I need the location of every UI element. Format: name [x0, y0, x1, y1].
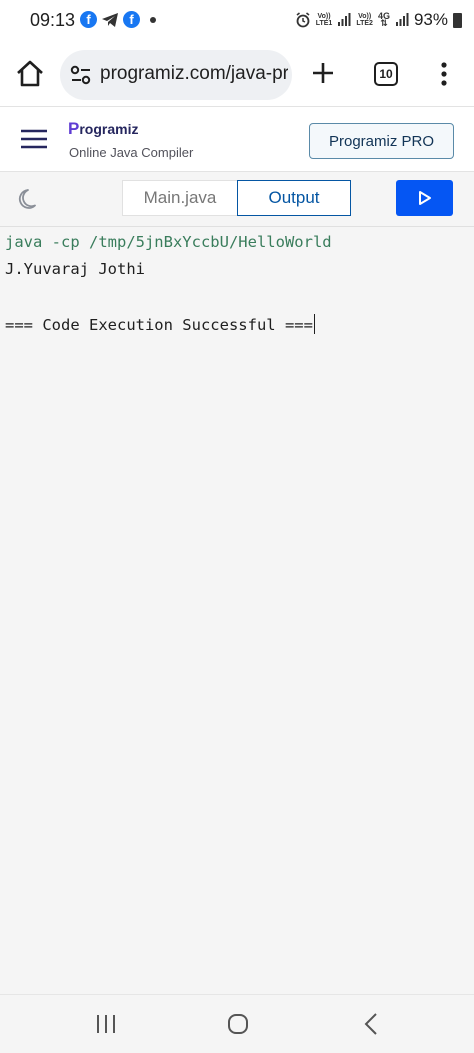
status-bar: 09:13 f f Vo)) LTE1 Vo)) LTE2 4G ⇅ 93% [0, 0, 474, 44]
address-bar[interactable]: programiz.com/java-programming/online-co… [60, 50, 292, 100]
sim2-label: Vo)) LTE2 [356, 13, 373, 27]
output-line: J.Yuvaraj Jothi [5, 260, 145, 278]
more-vert-icon[interactable] [432, 60, 456, 88]
tab-output-label: Output [268, 188, 320, 207]
data-arrows-icon: ⇅ [380, 18, 388, 28]
battery-icon [453, 12, 462, 28]
hamburger-menu-icon[interactable] [20, 127, 48, 151]
programiz-logo[interactable]: Programiz [68, 119, 138, 139]
tab-count: 10 [379, 67, 393, 81]
facebook-icon: f [123, 11, 140, 28]
system-nav-bar [0, 994, 474, 1053]
site-header: Programiz Online Java Compiler Programiz… [0, 106, 474, 172]
signal-icon [395, 13, 409, 26]
site-info-icon[interactable] [70, 65, 92, 85]
output-panel[interactable]: java -cp /tmp/5jnBxYccbU/HelloWorld J.Yu… [0, 226, 474, 994]
sim2-label-top: Vo)) [358, 13, 372, 20]
output-line: === Code Execution Successful === [5, 316, 313, 334]
sim2-label-bottom: LTE2 [356, 20, 373, 27]
editor-toolbar: Main.java Output [0, 172, 474, 226]
recents-icon[interactable] [94, 1013, 118, 1035]
logo-initial: P [68, 119, 80, 138]
plus-icon[interactable] [308, 58, 338, 88]
run-button[interactable] [396, 180, 453, 216]
browser-toolbar: programiz.com/java-programming/online-co… [0, 44, 474, 106]
tabs-icon[interactable]: 10 [374, 62, 398, 86]
tab-output[interactable]: Output [237, 180, 351, 216]
back-icon[interactable] [362, 1012, 380, 1036]
status-right: Vo)) LTE1 Vo)) LTE2 4G ⇅ 93% [295, 10, 462, 30]
signal-icon [338, 13, 351, 26]
output-line-wrapper: === Code Execution Successful === [5, 314, 316, 334]
sim1-label: Vo)) LTE1 [316, 13, 333, 27]
play-icon [418, 191, 431, 205]
page-subtitle: Online Java Compiler [69, 145, 194, 160]
logo-text: rogramiz [79, 121, 139, 137]
tab-main-java[interactable]: Main.java [122, 180, 237, 216]
sim1-label-top: Vo)) [317, 13, 331, 20]
network-type: 4G ⇅ [378, 12, 390, 28]
moon-icon[interactable] [18, 187, 42, 211]
notification-dot-icon [150, 16, 156, 23]
pro-button-label: Programiz PRO [328, 132, 435, 150]
battery-percent: 93% [413, 10, 448, 29]
telegram-icon [102, 12, 118, 27]
status-time: 09:13 [30, 10, 76, 30]
programiz-pro-button[interactable]: Programiz PRO [309, 123, 454, 159]
home-icon[interactable] [14, 58, 46, 90]
home-circle-icon[interactable] [227, 1013, 249, 1035]
text-cursor [313, 314, 316, 334]
tab-main-label: Main.java [143, 188, 217, 207]
url-text[interactable]: programiz.com/java-programming/online-co… [100, 63, 288, 85]
facebook-icon: f [80, 11, 97, 28]
notification-icons: f f [80, 11, 156, 28]
alarm-icon [296, 12, 310, 28]
sim1-label-bottom: LTE1 [315, 20, 333, 27]
output-command-line: java -cp /tmp/5jnBxYccbU/HelloWorld [5, 233, 332, 251]
